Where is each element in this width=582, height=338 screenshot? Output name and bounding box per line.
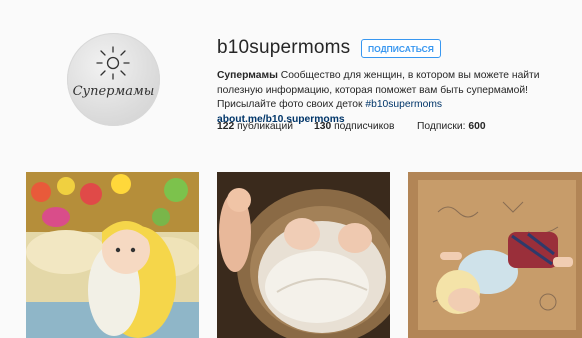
follow-button[interactable]: ПОДПИСАТЬСЯ	[361, 39, 441, 58]
bio-hashtag-link[interactable]: #b10supermoms	[365, 99, 442, 110]
post-photo-twins-basket	[217, 172, 390, 338]
followers-stat[interactable]: 130 подписчиков	[314, 121, 394, 132]
avatar[interactable]: Супермамы	[67, 33, 160, 126]
posts-count: 122	[217, 121, 235, 132]
post-thumbnail[interactable]	[408, 172, 582, 338]
avatar-text: Супермамы	[73, 84, 155, 99]
bio: Супермамы Сообщество для женщин, в котор…	[217, 69, 567, 127]
post-photo-baby-box	[408, 172, 582, 338]
following-label: Подписки:	[417, 121, 466, 132]
post-thumbnail[interactable]	[217, 172, 390, 338]
sun-logo-icon: Супермамы	[73, 46, 155, 99]
posts-label: публикаций	[237, 121, 293, 132]
username: b10supermoms	[217, 37, 351, 58]
bio-name: Супермамы	[217, 70, 278, 81]
followers-label: подписчиков	[334, 121, 395, 132]
post-photo-baby-costume	[26, 172, 199, 338]
posts-stat: 122 публикаций	[217, 121, 293, 132]
post-thumbnail[interactable]	[26, 172, 199, 338]
following-count: 600	[468, 121, 486, 132]
following-stat[interactable]: Подписки: 600	[417, 121, 486, 132]
followers-count: 130	[314, 121, 332, 132]
profile-header: Супермамы b10supermoms ПОДПИСАТЬСЯ Супер…	[0, 0, 582, 160]
